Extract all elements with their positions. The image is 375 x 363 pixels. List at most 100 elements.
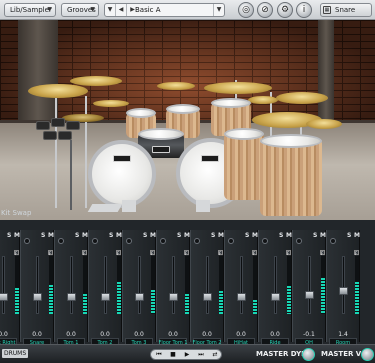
channel-volume-value: 0.0 <box>270 331 280 338</box>
play-icon[interactable]: ▶ <box>181 350 193 359</box>
crash-cymbal-2[interactable] <box>204 82 272 94</box>
trigger-pad[interactable] <box>36 121 50 130</box>
trigger-pad[interactable] <box>51 118 65 127</box>
fader-track[interactable] <box>2 256 5 314</box>
fader-handle[interactable] <box>135 292 144 301</box>
fader-track[interactable] <box>172 256 175 314</box>
splash-cymbal[interactable] <box>93 100 129 107</box>
pan-knob[interactable] <box>24 238 30 244</box>
kit-swap-label[interactable]: Kit Swap <box>0 209 31 217</box>
preset-menu-icon[interactable]: ▼ <box>105 4 116 16</box>
filter-button[interactable]: F <box>150 250 155 256</box>
fader-track[interactable] <box>274 256 277 314</box>
preset-prev-icon[interactable]: ◀ <box>116 4 127 16</box>
splash-cymbal-right[interactable] <box>248 96 278 104</box>
fader-track[interactable] <box>308 256 311 314</box>
fader-track[interactable] <box>206 256 209 314</box>
fader-track[interactable] <box>138 256 141 314</box>
trigger-pad[interactable] <box>66 121 80 130</box>
filter-button[interactable]: F <box>184 250 189 256</box>
crash-cymbal-1[interactable] <box>70 76 122 86</box>
fader-handle[interactable] <box>237 292 246 301</box>
fader-handle[interactable] <box>67 292 76 301</box>
preset-selector[interactable]: ▼ ◀ ▶ Basic A ▼ <box>104 3 225 17</box>
kick-drum-left[interactable] <box>88 140 156 208</box>
settings-gear-icon[interactable]: ⚙ <box>277 2 293 18</box>
solo-button[interactable]: S <box>7 232 11 239</box>
rewind-icon[interactable]: ⏮ <box>153 350 165 359</box>
pan-knob[interactable] <box>92 238 98 244</box>
info-icon[interactable]: i <box>296 2 312 18</box>
fader-handle[interactable] <box>271 292 280 301</box>
filter-button[interactable]: F <box>320 250 325 256</box>
pan-knob[interactable] <box>194 238 200 244</box>
drums-badge: DRUMS <box>2 349 29 358</box>
mute-button[interactable]: M <box>354 232 360 239</box>
fader-track[interactable] <box>342 256 345 314</box>
mixer-channel: S M F 0.0 Snare <box>20 230 54 347</box>
crash-cymbal-far-right[interactable] <box>306 119 342 129</box>
mixer-channel: SMF0.0Kick Right <box>0 230 20 347</box>
filter-button[interactable]: F <box>48 250 53 256</box>
pan-knob[interactable] <box>228 238 234 244</box>
filter-button[interactable]: F <box>354 250 359 256</box>
china-cymbal[interactable] <box>157 82 195 90</box>
solo-button[interactable]: S <box>245 232 249 239</box>
mute-speaker-icon[interactable]: ⊘ <box>257 2 273 18</box>
pan-knob[interactable] <box>126 238 132 244</box>
fader-handle[interactable] <box>169 292 178 301</box>
crash-cymbal-left[interactable] <box>28 84 88 98</box>
solo-button[interactable]: S <box>279 232 283 239</box>
level-meter-fill <box>83 293 87 314</box>
filter-button[interactable]: F <box>218 250 223 256</box>
fader-handle[interactable] <box>339 286 348 295</box>
chevron-down-icon[interactable]: ▼ <box>213 4 224 16</box>
solo-button[interactable]: S <box>143 232 147 239</box>
solo-button[interactable]: S <box>177 232 181 239</box>
solo-button[interactable]: S <box>41 232 45 239</box>
fader-handle[interactable] <box>0 292 8 301</box>
fader-handle[interactable] <box>203 292 212 301</box>
pan-knob[interactable] <box>58 238 64 244</box>
instrument-selector[interactable]: ▦ Snare <box>320 3 372 17</box>
filter-button[interactable]: F <box>116 250 121 256</box>
filter-button[interactable]: F <box>82 250 87 256</box>
fader-track[interactable] <box>240 256 243 314</box>
preset-name: Basic A <box>135 6 161 14</box>
grooves-dropdown[interactable]: Grooves ▼ <box>61 3 99 17</box>
stop-icon[interactable]: ■ <box>167 350 179 359</box>
solo-button[interactable]: S <box>109 232 113 239</box>
channel-volume-value: 0.0 <box>236 331 246 338</box>
level-meter-fill <box>355 282 359 314</box>
fader-track[interactable] <box>36 256 39 314</box>
target-icon[interactable]: ◎ <box>238 2 254 18</box>
filter-button[interactable]: F <box>252 250 257 256</box>
forward-icon[interactable]: ⏭ <box>195 350 207 359</box>
sync-icon[interactable]: ⇄ <box>209 350 221 359</box>
pan-knob[interactable] <box>160 238 166 244</box>
trigger-pad[interactable] <box>58 131 72 140</box>
floor-tom-1[interactable] <box>224 132 264 200</box>
trigger-pad[interactable] <box>43 131 57 140</box>
solo-button[interactable]: S <box>75 232 79 239</box>
master-dyn-knob[interactable] <box>302 348 315 361</box>
crash-cymbal-right[interactable] <box>276 92 328 104</box>
floor-tom-2[interactable] <box>260 138 322 216</box>
fader-handle[interactable] <box>101 292 110 301</box>
drum-kit-stage: Kit Swap <box>0 20 375 220</box>
fader-track[interactable] <box>70 256 73 314</box>
filter-button[interactable]: F <box>14 250 19 256</box>
pan-knob[interactable] <box>262 238 268 244</box>
lib-sampler-dropdown[interactable]: Lib/Sampler ▼ <box>4 3 56 17</box>
solo-button[interactable]: S <box>313 232 317 239</box>
filter-button[interactable]: F <box>286 250 291 256</box>
solo-button[interactable]: S <box>211 232 215 239</box>
master-dyn-label: MASTER DYN <box>256 350 308 358</box>
fader-track[interactable] <box>104 256 107 314</box>
fader-handle[interactable] <box>305 291 314 300</box>
pan-knob[interactable] <box>330 238 336 244</box>
solo-button[interactable]: S <box>347 232 351 239</box>
master-vol-knob[interactable] <box>361 348 374 361</box>
pan-knob[interactable] <box>296 238 302 244</box>
fader-handle[interactable] <box>33 292 42 301</box>
